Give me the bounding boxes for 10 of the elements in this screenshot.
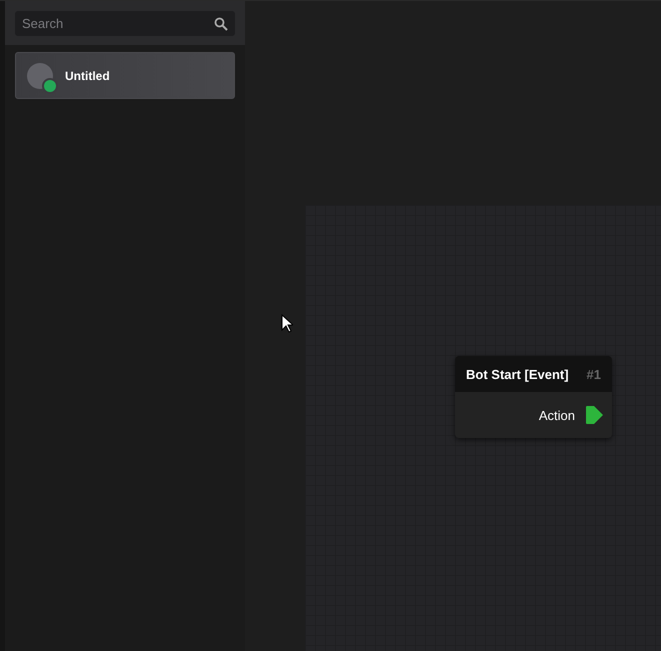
pointer-icon: [281, 314, 293, 333]
output-port-icon[interactable]: [585, 405, 604, 425]
search-field[interactable]: Search: [15, 11, 235, 36]
node-title: Bot Start [Event]: [466, 366, 569, 382]
event-node[interactable]: Bot Start [Event] #1 Action: [455, 356, 612, 438]
output-label: Action: [538, 408, 575, 422]
search-icon: [214, 17, 228, 31]
bot-item[interactable]: Untitled: [15, 52, 235, 99]
bot-name: Untitled: [65, 68, 110, 82]
node-number: #1: [586, 366, 601, 382]
